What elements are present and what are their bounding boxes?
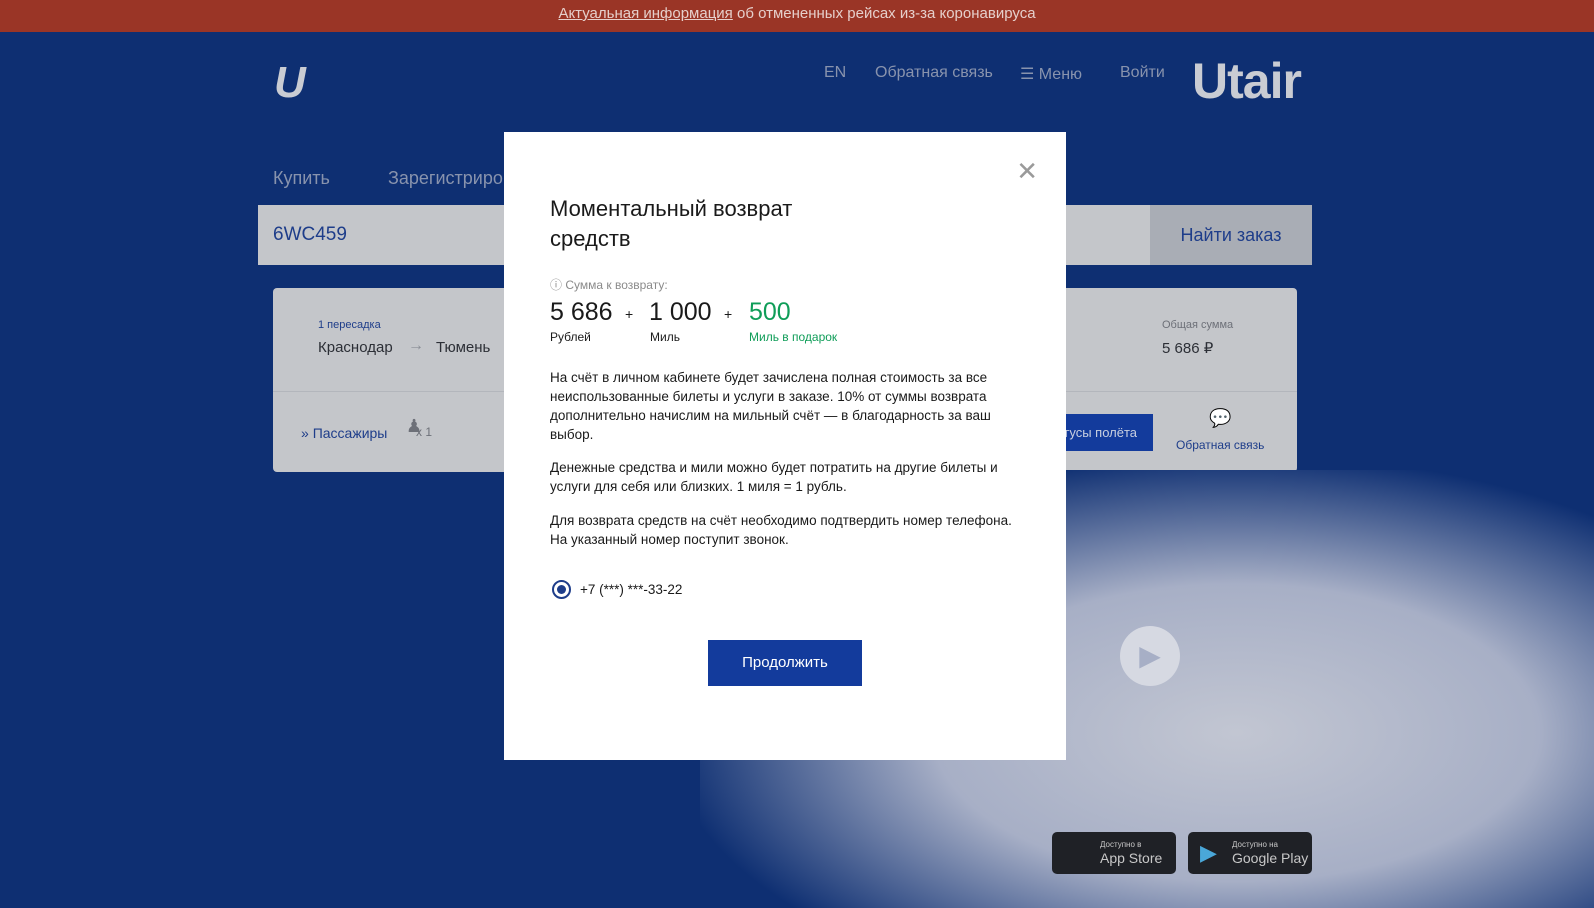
pax-count: x 1 (416, 425, 433, 439)
booking-code-input[interactable]: 6WC459 (273, 224, 347, 246)
plus-sign: + (625, 306, 634, 322)
store-name: App Store (1100, 850, 1163, 866)
gift-label: Миль в подарок (749, 330, 838, 344)
passengers-toggle[interactable]: » Пассажиры (301, 425, 387, 441)
store-small: Доступно в (1100, 840, 1142, 849)
miles-amount: 1 000 (649, 298, 712, 326)
covid-banner: Актуальная информация об отмененных рейс… (0, 0, 1594, 32)
phone-info-paragraph: Для возврата средств на счёт необходимо … (550, 513, 1012, 547)
card-feedback[interactable]: Обратная связь (1176, 438, 1264, 452)
phone-number: +7 (***) ***-33-22 (580, 582, 683, 597)
tab-buy[interactable]: Купить (273, 168, 330, 189)
find-order-button[interactable]: Найти заказ (1150, 205, 1312, 265)
store-name: Google Play (1232, 850, 1309, 866)
amount-label-text: Сумма к возврату: (565, 278, 668, 292)
nav-menu[interactable]: ☰ Меню (1020, 64, 1082, 84)
transfers: 1 пересадка (318, 319, 381, 331)
arrow-right-icon: → (408, 337, 424, 354)
gift-miles-amount: 500 (749, 298, 791, 326)
google-play-icon: ▶ (1200, 840, 1217, 865)
store-small: Доступно на (1232, 840, 1278, 849)
utair-logo-icon[interactable]: U (274, 58, 306, 108)
miles-info-paragraph: Денежные средства и мили можно будет пот… (550, 460, 998, 494)
total-value: 5 686 ₽ (1162, 340, 1214, 357)
refund-info-paragraph: На счёт в личном кабинете будет зачислен… (550, 370, 991, 442)
play-video-icon[interactable]: ▶ (1120, 626, 1180, 686)
route-from: Краснодар (318, 339, 393, 356)
lang-switch[interactable]: EN (824, 64, 846, 82)
banner-text: об отмененных рейсах из-за коронавируса (732, 5, 1036, 22)
google-play-badge[interactable]: ▶ Доступно на Google Play (1188, 832, 1312, 874)
nav-feedback[interactable]: Обратная связь (875, 64, 993, 82)
app-store-badge[interactable]: Доступно в App Store (1052, 832, 1176, 874)
refund-modal: ✕ Моментальный возврат средств ⓘ Сумма к… (504, 132, 1066, 760)
amount-label: ⓘ Сумма к возврату: (550, 276, 668, 293)
banner-link[interactable]: Актуальная информация (558, 5, 732, 22)
nav-login[interactable]: Войти (1120, 64, 1165, 82)
total-label: Общая сумма (1162, 319, 1234, 331)
passengers-label: Пассажиры (312, 425, 388, 441)
rub-amount: 5 686 (550, 298, 613, 326)
brand-wordmark: Utair (1192, 53, 1302, 109)
modal-title: Моментальный возврат средств (550, 196, 793, 251)
rub-label: Рублей (550, 330, 591, 344)
phone-radio[interactable] (552, 580, 571, 599)
info-icon: ⓘ (550, 278, 566, 292)
chat-icon: 💬 (1209, 408, 1232, 428)
menu-icon: ☰ (1020, 66, 1039, 83)
close-icon[interactable]: ✕ (1016, 158, 1038, 184)
miles-label: Миль (650, 330, 680, 344)
route-to: Тюмень (436, 339, 491, 356)
plus-sign: + (724, 306, 733, 322)
continue-button[interactable]: Продолжить (708, 640, 862, 686)
menu-label: Меню (1038, 66, 1083, 83)
